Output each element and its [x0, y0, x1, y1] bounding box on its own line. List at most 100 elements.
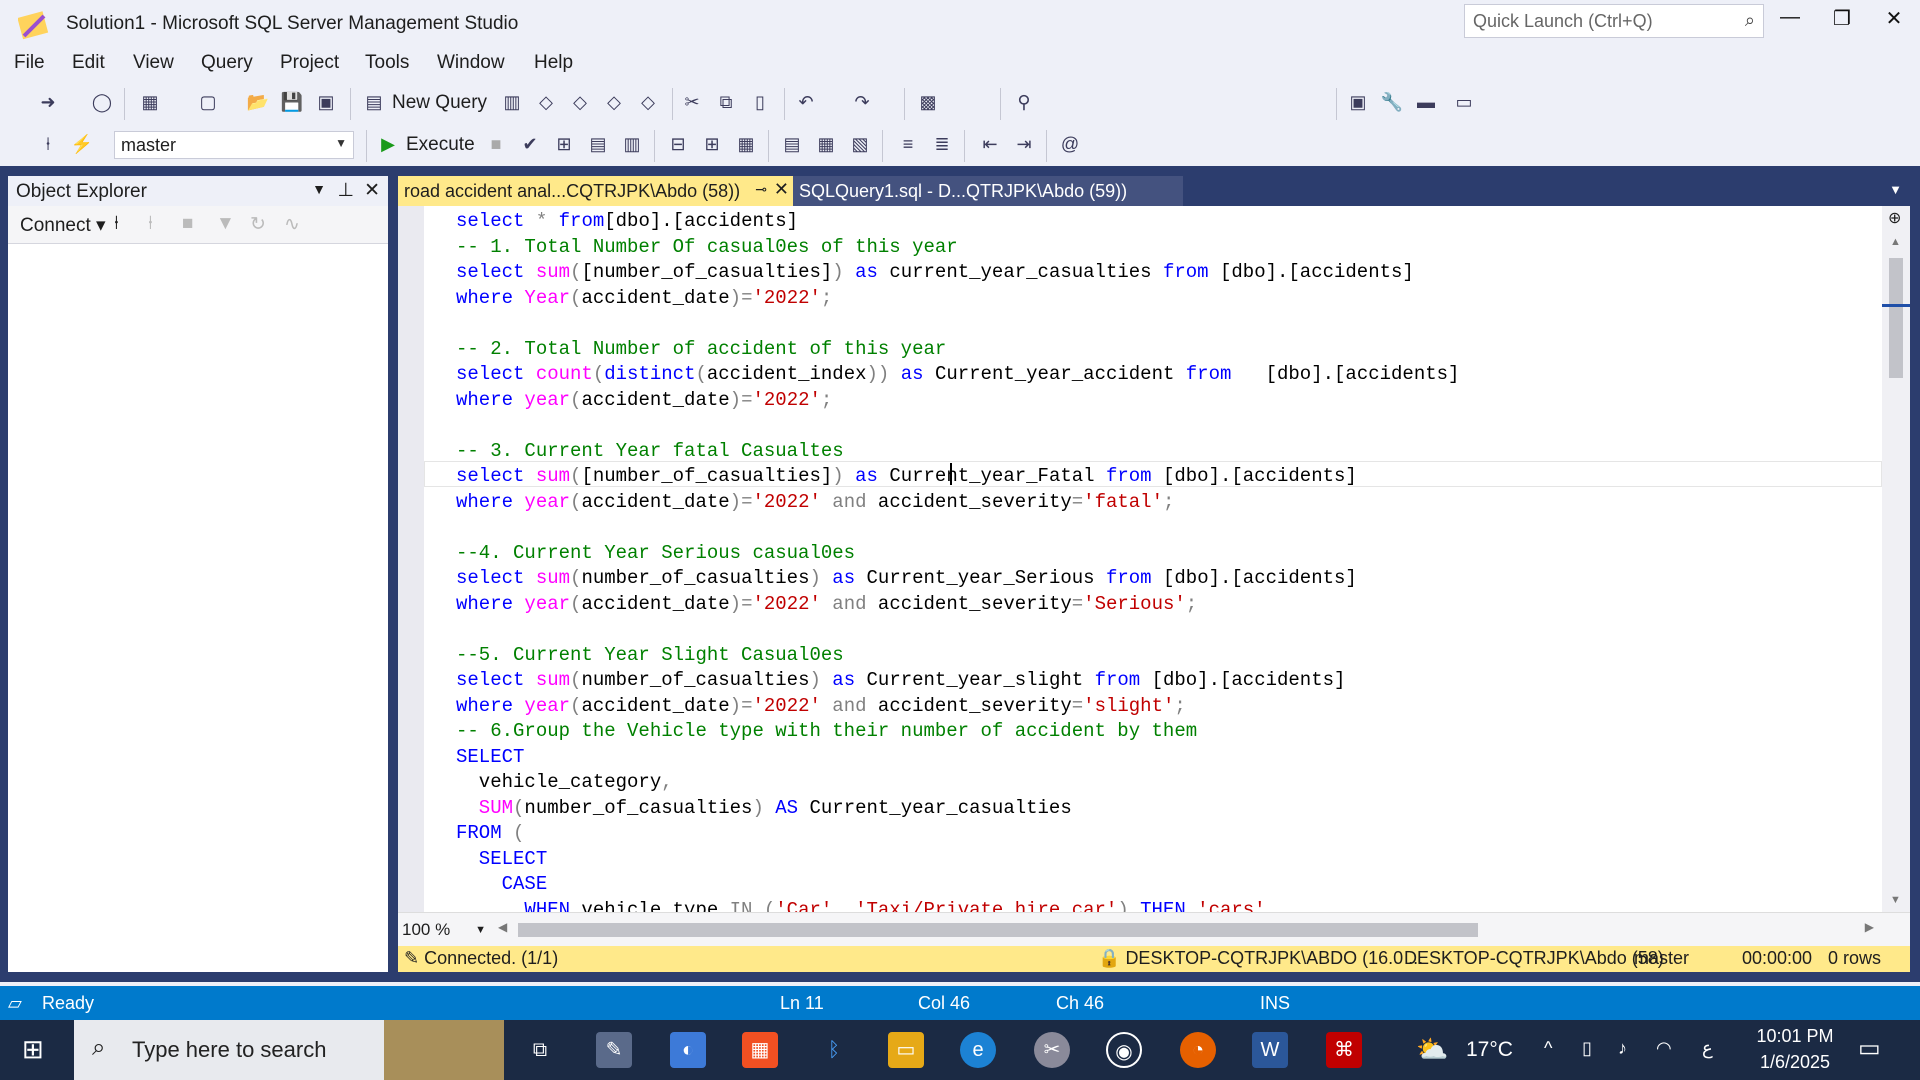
filter-icon[interactable]: ▼	[216, 213, 235, 235]
dmx-query-icon[interactable]: ◇	[568, 92, 592, 116]
activity-icon[interactable]: ∿	[284, 213, 300, 236]
close-tab-icon[interactable]: ✕	[774, 179, 789, 200]
query-options-icon[interactable]: ▤	[586, 134, 610, 158]
xmla-query-icon[interactable]: ◇	[602, 92, 626, 116]
code-line[interactable]: SUM(number_of_casualties) AS Current_yea…	[456, 796, 1072, 821]
stop-icon[interactable]: ■	[182, 213, 193, 235]
code-line[interactable]: where year(accident_date)='2022';	[456, 388, 832, 413]
connect-icon[interactable]: ⍿	[36, 134, 60, 158]
acrobat-icon[interactable]: ⌘	[1326, 1032, 1362, 1068]
results-to-text-icon[interactable]: ▤	[780, 134, 804, 158]
redo-icon[interactable]: ↷	[850, 92, 874, 116]
code-editor[interactable]: select * from[dbo].[accidents] -- 1. Tota…	[398, 206, 1882, 912]
code-line[interactable]: vehicle_category,	[456, 770, 673, 795]
ssms-taskbar-icon[interactable]: ✎	[596, 1032, 632, 1068]
copilot-icon[interactable]: ◐	[670, 1032, 706, 1068]
registered-servers-icon[interactable]: ▣	[1346, 92, 1370, 116]
refresh-icon[interactable]: ↻	[250, 213, 266, 236]
parse-icon[interactable]: ✔	[518, 134, 542, 158]
windows-start-icon[interactable]: ⊞	[22, 1034, 44, 1065]
results-to-file-icon[interactable]: ▧	[848, 134, 872, 158]
client-stats-icon[interactable]: ▦	[734, 134, 758, 158]
execute-button[interactable]: Execute	[406, 134, 475, 156]
menu-file[interactable]: File	[14, 52, 45, 74]
specify-values-icon[interactable]: @	[1058, 134, 1082, 158]
chevron-down-icon[interactable]: ▼	[1889, 182, 1902, 197]
clock-date[interactable]: 1/6/2025	[1752, 1052, 1838, 1073]
menu-tools[interactable]: Tools	[365, 52, 409, 74]
bluetooth-icon[interactable]: ᛒ	[816, 1032, 852, 1068]
activity-monitor-icon[interactable]: ▩	[916, 92, 940, 116]
code-line[interactable]: select * from[dbo].[accidents]	[456, 209, 798, 234]
open-folder-icon[interactable]: 📂	[246, 92, 270, 116]
new-project-icon[interactable]: ▦	[138, 92, 162, 116]
code-line[interactable]: SELECT	[456, 745, 524, 770]
tab-sqlquery1[interactable]: SQLQuery1.sql - D...QTRJPK\Abdo (59))	[793, 176, 1183, 206]
estimated-plan-icon[interactable]: ⊞	[552, 134, 576, 158]
code-line[interactable]: select sum([number_of_casualties]) as cu…	[456, 260, 1414, 285]
scroll-left-icon[interactable]: ◀	[498, 920, 507, 934]
obs-icon[interactable]: ◉	[1106, 1032, 1142, 1068]
code-line[interactable]: select sum(number_of_casualties) as Curr…	[456, 668, 1345, 693]
results-to-grid-icon[interactable]: ▦	[814, 134, 838, 158]
minimize-button[interactable]: —	[1770, 6, 1810, 36]
paste-icon[interactable]: ▯	[748, 92, 772, 116]
menu-view[interactable]: View	[133, 52, 174, 74]
word-icon[interactable]: W	[1252, 1032, 1288, 1068]
decrease-indent-icon[interactable]: ⇤	[978, 134, 1002, 158]
properties-icon[interactable]: 🔧	[1380, 92, 1404, 116]
code-line[interactable]: -- 3. Current Year fatal Casualtes	[456, 439, 844, 464]
execute-icon[interactable]: ▶	[376, 134, 400, 158]
close-icon[interactable]: ✕	[364, 179, 380, 202]
live-stats-icon[interactable]: ⊞	[700, 134, 724, 158]
connect-plug-icon[interactable]: ⍿	[114, 213, 119, 235]
weather-icon[interactable]: ⛅	[1416, 1034, 1448, 1065]
intellisense-icon[interactable]: ▥	[620, 134, 644, 158]
dax-query-icon[interactable]: ◇	[636, 92, 660, 116]
find-icon[interactable]: ⚲	[1012, 92, 1036, 116]
increase-indent-icon[interactable]: ⇥	[1012, 134, 1036, 158]
database-engine-query-icon[interactable]: ▥	[500, 92, 524, 116]
code-line[interactable]: where year(accident_date)='2022' and acc…	[456, 592, 1197, 617]
code-line[interactable]: where Year(accident_date)='2022';	[456, 286, 832, 311]
code-line[interactable]: WHEN vehicle_type IN ('Car', 'Taxi/Priva…	[456, 898, 1265, 913]
zoom-select[interactable]: 100 % ▼	[402, 920, 488, 942]
code-line[interactable]: --5. Current Year Slight Casual0es	[456, 643, 844, 668]
code-line[interactable]: -- 2. Total Number of accident of this y…	[456, 337, 946, 362]
notifications-icon[interactable]: ▭	[1858, 1034, 1881, 1063]
code-line[interactable]: select count(distinct(accident_index)) a…	[456, 362, 1459, 387]
microsoft-store-icon[interactable]: ▦	[742, 1032, 778, 1068]
edge-icon[interactable]: e	[960, 1032, 996, 1068]
code-line[interactable]: -- 1. Total Number Of casual0es of this …	[456, 235, 958, 260]
output-window-icon[interactable]: ▱	[8, 993, 22, 1014]
code-line[interactable]: select sum(number_of_casualties) as Curr…	[456, 566, 1357, 591]
wifi-icon[interactable]: ◠	[1656, 1038, 1672, 1059]
taskbar-search-box[interactable]: ⌕ Type here to search	[74, 1020, 504, 1080]
chevron-down-icon[interactable]: ▼	[312, 181, 326, 197]
code-line[interactable]: SELECT	[456, 847, 547, 872]
save-icon[interactable]: 💾	[280, 92, 304, 116]
connect-dropdown[interactable]: Connect ▾	[20, 214, 106, 237]
tab-road-accident-query[interactable]: road accident anal...CQTRJPK\Abdo (58)) …	[398, 176, 793, 206]
change-connection-icon[interactable]: ⚡	[70, 134, 94, 158]
clock-time[interactable]: 10:01 PM	[1752, 1026, 1838, 1047]
undo-icon[interactable]: ↶	[794, 92, 818, 116]
search-icon[interactable]: ⌕	[1745, 10, 1755, 31]
task-view-icon[interactable]: ⧉	[522, 1032, 558, 1068]
uncomment-icon[interactable]: ≣	[930, 134, 954, 158]
add-item-icon[interactable]: ▢	[196, 92, 220, 116]
output-icon[interactable]: ▭	[1452, 92, 1476, 116]
show-hidden-icons[interactable]: ^	[1544, 1038, 1552, 1059]
code-line[interactable]: where year(accident_date)='2022' and acc…	[456, 490, 1174, 515]
disconnect-icon[interactable]: ⍿	[148, 213, 153, 235]
menu-edit[interactable]: Edit	[72, 52, 105, 74]
cut-icon[interactable]: ✂	[680, 92, 704, 116]
firefox-icon[interactable]: ◔	[1180, 1032, 1216, 1068]
volume-icon[interactable]: ♪	[1618, 1038, 1627, 1059]
cancel-query-icon[interactable]: ■	[484, 134, 508, 158]
code-line[interactable]: CASE	[456, 872, 548, 897]
menu-window[interactable]: Window	[437, 52, 505, 74]
comment-icon[interactable]: ≡	[896, 134, 920, 158]
vertical-scroll-thumb[interactable]	[1889, 258, 1903, 378]
menu-help[interactable]: Help	[534, 52, 573, 74]
